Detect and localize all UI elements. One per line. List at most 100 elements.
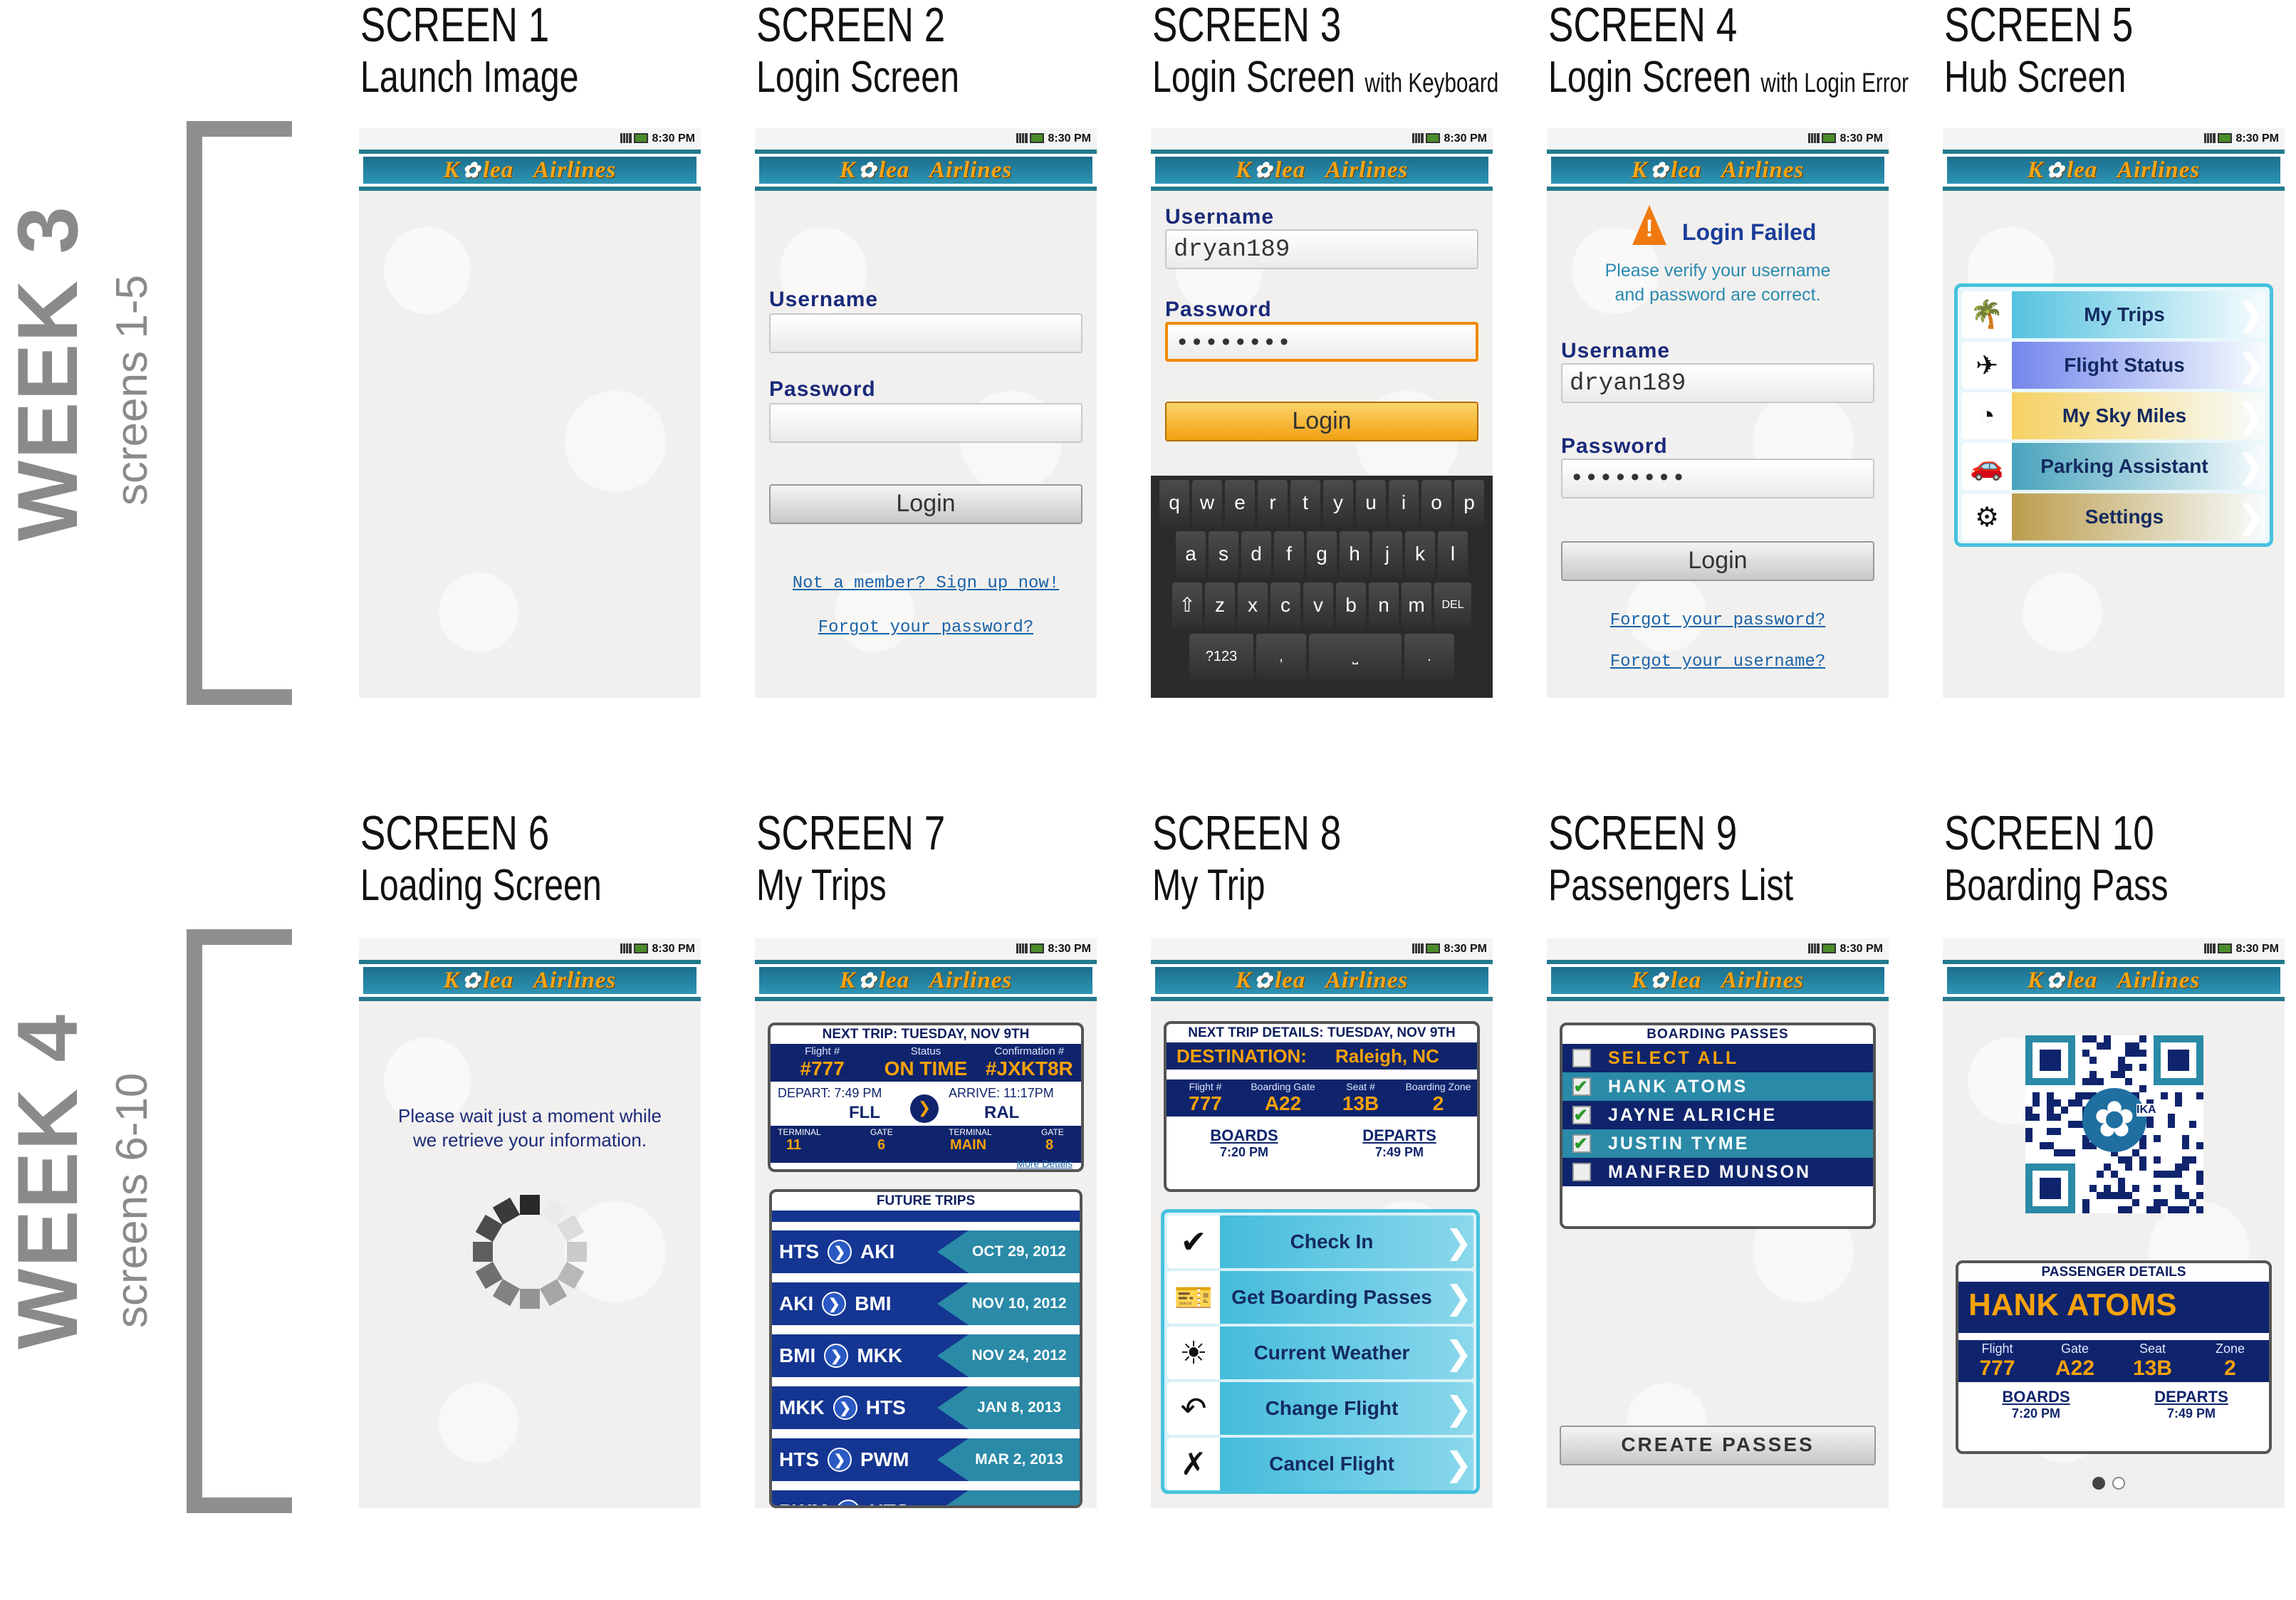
zone-col-label: Boarding Zone — [1405, 1081, 1471, 1092]
key[interactable]: h — [1340, 531, 1369, 578]
key[interactable]: n — [1369, 582, 1399, 629]
key[interactable]: z — [1205, 582, 1235, 629]
trip-action-item[interactable]: ✗ Cancel Flight ❯ — [1167, 1438, 1473, 1490]
screen3-heading: SCREEN 3 Login Screen with Keyboard — [1152, 0, 1523, 107]
username-field[interactable]: dryan189 — [1561, 363, 1874, 403]
key[interactable]: r — [1258, 480, 1288, 527]
key[interactable]: d — [1241, 531, 1271, 578]
arrive-label: ARRIVE: — [949, 1086, 1001, 1100]
key[interactable]: t — [1290, 480, 1320, 527]
route-arrow-icon: ❯ — [828, 1448, 852, 1472]
key[interactable]: b — [1336, 582, 1366, 629]
trip-action-item[interactable]: ✔ Check In ❯ — [1167, 1215, 1473, 1268]
forgot-password-link[interactable]: Forgot your password? — [755, 618, 1097, 637]
boards-time: 7:20 PM — [1219, 1145, 1269, 1159]
username-field[interactable] — [769, 313, 1082, 353]
key[interactable]: ⎵ — [1309, 634, 1402, 681]
brand-header: K ✿lea Airlines — [1943, 960, 2285, 1001]
key[interactable]: x — [1238, 582, 1268, 629]
key[interactable]: ?123 — [1189, 634, 1253, 681]
next-trip-card[interactable]: NEXT TRIP: TUESDAY, NOV 9TH Flight # Sta… — [768, 1023, 1084, 1172]
hub-item-label: Settings — [2084, 506, 2164, 528]
trip-action-item[interactable]: ↶ Change Flight ❯ — [1167, 1382, 1473, 1435]
login-button[interactable]: Login — [1561, 541, 1874, 581]
flower-icon: ✿ — [2045, 158, 2065, 182]
passenger-checkbox[interactable]: ✔ — [1572, 1077, 1591, 1097]
key[interactable]: ⇧ — [1172, 582, 1202, 629]
create-passes-button[interactable]: CREATE PASSES — [1560, 1426, 1876, 1465]
key[interactable]: l — [1438, 531, 1468, 578]
future-trip-row[interactable]: AKI ❯ BMI NOV 10, 2012 — [772, 1282, 1080, 1325]
passenger-row[interactable]: SELECT ALL — [1562, 1044, 1873, 1072]
key[interactable]: f — [1274, 531, 1304, 578]
trip-destination: HTS — [865, 1396, 906, 1418]
password-field[interactable] — [769, 403, 1082, 443]
username-label: Username — [1561, 339, 1671, 362]
key[interactable]: e — [1225, 480, 1255, 527]
key[interactable]: y — [1323, 480, 1353, 527]
password-field[interactable]: •••••••• — [1165, 322, 1478, 362]
key[interactable]: . — [1404, 634, 1454, 681]
error-message-line1: Please verify your username — [1604, 261, 1831, 281]
passenger-checkbox[interactable] — [1572, 1049, 1591, 1067]
trip-action-item[interactable]: 🎫 Get Boarding Passes ❯ — [1167, 1271, 1473, 1324]
passenger-checkbox[interactable]: ✔ — [1572, 1106, 1591, 1125]
trip-action-item[interactable]: ☀ Current Weather ❯ — [1167, 1327, 1473, 1379]
future-trip-row[interactable]: PWM ❯ HTS MAR 28, 2013 — [772, 1490, 1080, 1505]
forgot-password-link[interactable]: Forgot your password? — [1547, 611, 1889, 630]
hub-item[interactable]: 🚗 Parking Assistant ❯ — [1962, 443, 2265, 490]
passenger-checkbox[interactable] — [1572, 1163, 1591, 1181]
page-dot-inactive[interactable] — [2112, 1477, 2125, 1490]
key[interactable]: k — [1405, 531, 1435, 578]
login-button[interactable]: Login — [769, 484, 1082, 524]
key[interactable]: p — [1454, 480, 1484, 527]
qr-label: IKA — [2136, 1104, 2156, 1117]
hub-item[interactable]: ◔ My Sky Miles ❯ — [1962, 392, 2265, 439]
forgot-username-link[interactable]: Forgot your username? — [1547, 652, 1889, 671]
passenger-row[interactable]: ✔ JAYNE ALRICHE — [1562, 1101, 1873, 1129]
future-trip-row[interactable]: HTS ❯ PWM MAR 2, 2013 — [772, 1438, 1080, 1481]
hub-item[interactable]: ⚙ Settings ❯ — [1962, 493, 2265, 540]
key[interactable]: w — [1192, 480, 1222, 527]
passenger-checkbox[interactable]: ✔ — [1572, 1134, 1591, 1154]
key[interactable]: m — [1402, 582, 1431, 629]
future-trip-row[interactable]: MKK ❯ HTS JAN 8, 2013 — [772, 1386, 1080, 1429]
screen10-heading: SCREEN 10 Boarding Pass — [1944, 808, 2296, 909]
key[interactable]: j — [1372, 531, 1402, 578]
key[interactable]: , — [1256, 634, 1306, 681]
key[interactable]: u — [1356, 480, 1386, 527]
key[interactable]: g — [1307, 531, 1337, 578]
future-trips-title: FUTURE TRIPS — [876, 1193, 976, 1208]
flower-icon: ✿ — [1253, 968, 1273, 993]
hub-item[interactable]: ✈ Flight Status ❯ — [1962, 342, 2265, 389]
route-arrow-icon: ❯ — [833, 1396, 857, 1420]
more-details-link[interactable]: More Details — [1016, 1158, 1073, 1169]
future-trip-row[interactable]: HTS ❯ AKI OCT 29, 2012 — [772, 1230, 1080, 1273]
page-dot-active[interactable] — [2092, 1477, 2105, 1490]
key[interactable]: i — [1389, 480, 1419, 527]
key[interactable]: v — [1303, 582, 1333, 629]
key[interactable]: q — [1159, 480, 1189, 527]
hub-item[interactable]: 🌴 My Trips ❯ — [1962, 291, 2265, 338]
signup-link[interactable]: Not a member? Sign up now! — [755, 574, 1097, 593]
username-field[interactable]: dryan189 — [1165, 229, 1478, 269]
password-field[interactable]: •••••••• — [1561, 459, 1874, 498]
sun-icon: ☀ — [1167, 1327, 1220, 1379]
status-bar: 8:30 PM — [755, 938, 1097, 958]
destination-code: RAL — [984, 1103, 1020, 1122]
key[interactable]: c — [1270, 582, 1300, 629]
key[interactable]: DEL — [1434, 582, 1471, 629]
signal-icon — [1807, 133, 1820, 143]
flower-icon: ✿ — [857, 968, 877, 993]
passenger-row[interactable]: ✔ HANK ATOMS — [1562, 1072, 1873, 1101]
passenger-row[interactable]: ✔ JUSTIN TYME — [1562, 1129, 1873, 1158]
back-arrow-icon: ↶ — [1167, 1382, 1220, 1435]
future-trip-row[interactable]: BMI ❯ MKK NOV 24, 2012 — [772, 1334, 1080, 1377]
passenger-row[interactable]: MANFRED MUNSON — [1562, 1158, 1873, 1186]
key[interactable]: o — [1421, 480, 1451, 527]
key[interactable]: a — [1176, 531, 1206, 578]
login-button[interactable]: Login — [1165, 402, 1478, 441]
key[interactable]: s — [1209, 531, 1238, 578]
dep-gate-label: GATE — [870, 1127, 893, 1137]
signal-icon — [1807, 943, 1820, 953]
